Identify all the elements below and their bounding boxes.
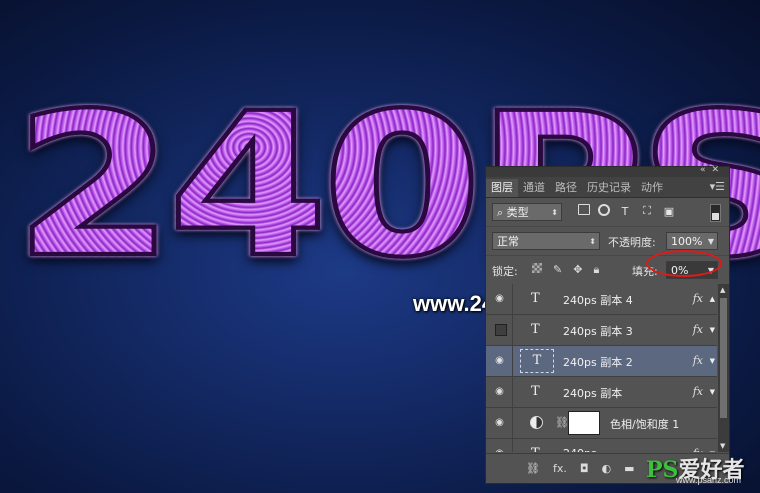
opacity-label: 不透明度:: [608, 236, 656, 249]
panel-window-buttons[interactable]: «✕: [700, 165, 725, 175]
search-icon: ⌕: [497, 206, 507, 219]
text-layer-icon: T: [531, 384, 540, 399]
scroll-thumb[interactable]: [720, 298, 727, 418]
fx-icon[interactable]: fx: [693, 385, 703, 398]
link-chain-icon[interactable]: ⛓: [555, 416, 569, 429]
text-layer-icon: T: [531, 446, 540, 452]
layer-row-selected[interactable]: ◉ T 240ps 副本 2 fx ▼: [486, 346, 717, 377]
filter-toggle[interactable]: [710, 204, 721, 222]
smart-object-filter-icon[interactable]: ▣: [662, 204, 676, 218]
add-mask-icon[interactable]: ◘: [580, 462, 589, 475]
opacity-field[interactable]: 100% ▼: [666, 232, 718, 250]
opacity-value: 100%: [671, 235, 703, 248]
filter-kind-value: 类型: [506, 206, 529, 219]
fx-icon[interactable]: fx: [693, 292, 703, 305]
eye-icon[interactable]: ◉: [493, 293, 506, 305]
eye-icon[interactable]: ◉: [493, 417, 506, 429]
layer-row[interactable]: ◉ T 240ps 副本 fx ▼: [486, 377, 717, 408]
layer-name[interactable]: 240ps 副本 3: [563, 323, 633, 339]
eye-icon[interactable]: ◉: [493, 386, 506, 398]
text-layer-icon: T: [531, 322, 540, 337]
layer-row[interactable]: ◉ ⛓ 色相/饱和度 1: [486, 408, 717, 439]
add-style-button[interactable]: fx.: [553, 462, 567, 475]
layers-list: ◉ T 240ps 副本 4 fx ▲ T 240ps 副本 3 fx ▼ ◉ …: [486, 284, 717, 452]
expand-effects-icon[interactable]: ▼: [710, 388, 715, 396]
logo-ps-text: PS: [646, 457, 679, 483]
tab-actions[interactable]: 动作: [636, 179, 668, 197]
expand-effects-icon[interactable]: ▼: [710, 326, 715, 334]
eye-icon[interactable]: ◉: [493, 355, 506, 367]
panel-tabs: 图层 通道 路径 历史记录 动作 ▾☰: [486, 177, 729, 198]
filter-row: ⌕ 类型 ⬍ T ⛶ ▣: [486, 198, 729, 227]
chevron-updown-icon: ⬍: [589, 237, 596, 246]
blend-mode-value: 正常: [497, 235, 519, 248]
layer-name[interactable]: 240ps 副本 4: [563, 292, 633, 308]
scroll-up-icon[interactable]: ▲: [720, 286, 725, 294]
filter-icons: T ⛶ ▣: [578, 204, 676, 218]
tab-channels[interactable]: 通道: [518, 179, 550, 197]
filter-kind-select[interactable]: ⌕ 类型 ⬍: [492, 203, 562, 221]
panel-menu-icon[interactable]: ▾☰: [710, 180, 725, 193]
type-filter-icon[interactable]: T: [618, 204, 632, 218]
lock-icons: ✎ ✥ 🔒︎: [532, 263, 599, 277]
panel-titlebar: «✕: [486, 165, 729, 177]
layer-row[interactable]: T 240ps 副本 3 fx ▼: [486, 315, 717, 346]
new-group-icon[interactable]: ▬: [624, 462, 634, 475]
tab-history[interactable]: 历史记录: [582, 179, 636, 197]
tab-paths[interactable]: 路径: [550, 179, 582, 197]
layers-panel: «✕ 图层 通道 路径 历史记录 动作 ▾☰ ⌕ 类型 ⬍ T ⛶ ▣ 正常 ⬍…: [485, 165, 730, 484]
visibility-off-box[interactable]: [495, 324, 507, 336]
lock-transparency-icon[interactable]: [532, 263, 542, 273]
tab-layers[interactable]: 图层: [486, 179, 518, 197]
layer-row[interactable]: ◉ T 240ps fx ▼: [486, 439, 717, 452]
chevron-down-icon: ▼: [707, 237, 714, 246]
layer-row[interactable]: ◉ T 240ps 副本 4 fx ▲: [486, 284, 717, 315]
logo-url: www.psahz.com: [676, 475, 742, 485]
scroll-down-icon[interactable]: ▼: [720, 442, 725, 450]
layer-name[interactable]: 色相/饱和度 1: [610, 416, 679, 432]
adjustment-filter-icon[interactable]: [598, 204, 610, 216]
lock-position-icon[interactable]: ✥: [573, 263, 582, 277]
blend-mode-select[interactable]: 正常 ⬍: [492, 232, 600, 250]
adjustment-layer-icon: [530, 416, 543, 429]
lock-pixels-icon[interactable]: ✎: [553, 263, 562, 277]
expand-effects-icon[interactable]: ▲: [710, 295, 715, 303]
expand-effects-icon[interactable]: ▼: [710, 357, 715, 365]
layers-scrollbar[interactable]: ▲ ▼: [718, 284, 729, 452]
shape-filter-icon[interactable]: ⛶: [640, 204, 654, 218]
link-layers-icon[interactable]: ⛓: [526, 462, 540, 475]
fx-icon[interactable]: fx: [693, 323, 703, 336]
layer-name[interactable]: 240ps: [563, 447, 597, 452]
text-layer-icon: T: [520, 349, 554, 373]
chevron-updown-icon: ⬍: [551, 208, 558, 217]
pixel-layer-filter-icon[interactable]: [578, 204, 590, 215]
lock-all-icon[interactable]: 🔒︎: [593, 263, 599, 277]
fill-highlight-circle: [646, 250, 722, 277]
eye-icon[interactable]: ◉: [493, 448, 506, 452]
lock-label: 锁定:: [492, 265, 518, 278]
layer-name[interactable]: 240ps 副本: [563, 385, 622, 401]
text-layer-icon: T: [531, 291, 540, 306]
layer-mask-thumbnail[interactable]: [568, 411, 600, 435]
fx-icon[interactable]: fx: [693, 354, 703, 367]
layer-name[interactable]: 240ps 副本 2: [563, 354, 633, 370]
new-adjustment-icon[interactable]: ◐: [602, 462, 612, 475]
